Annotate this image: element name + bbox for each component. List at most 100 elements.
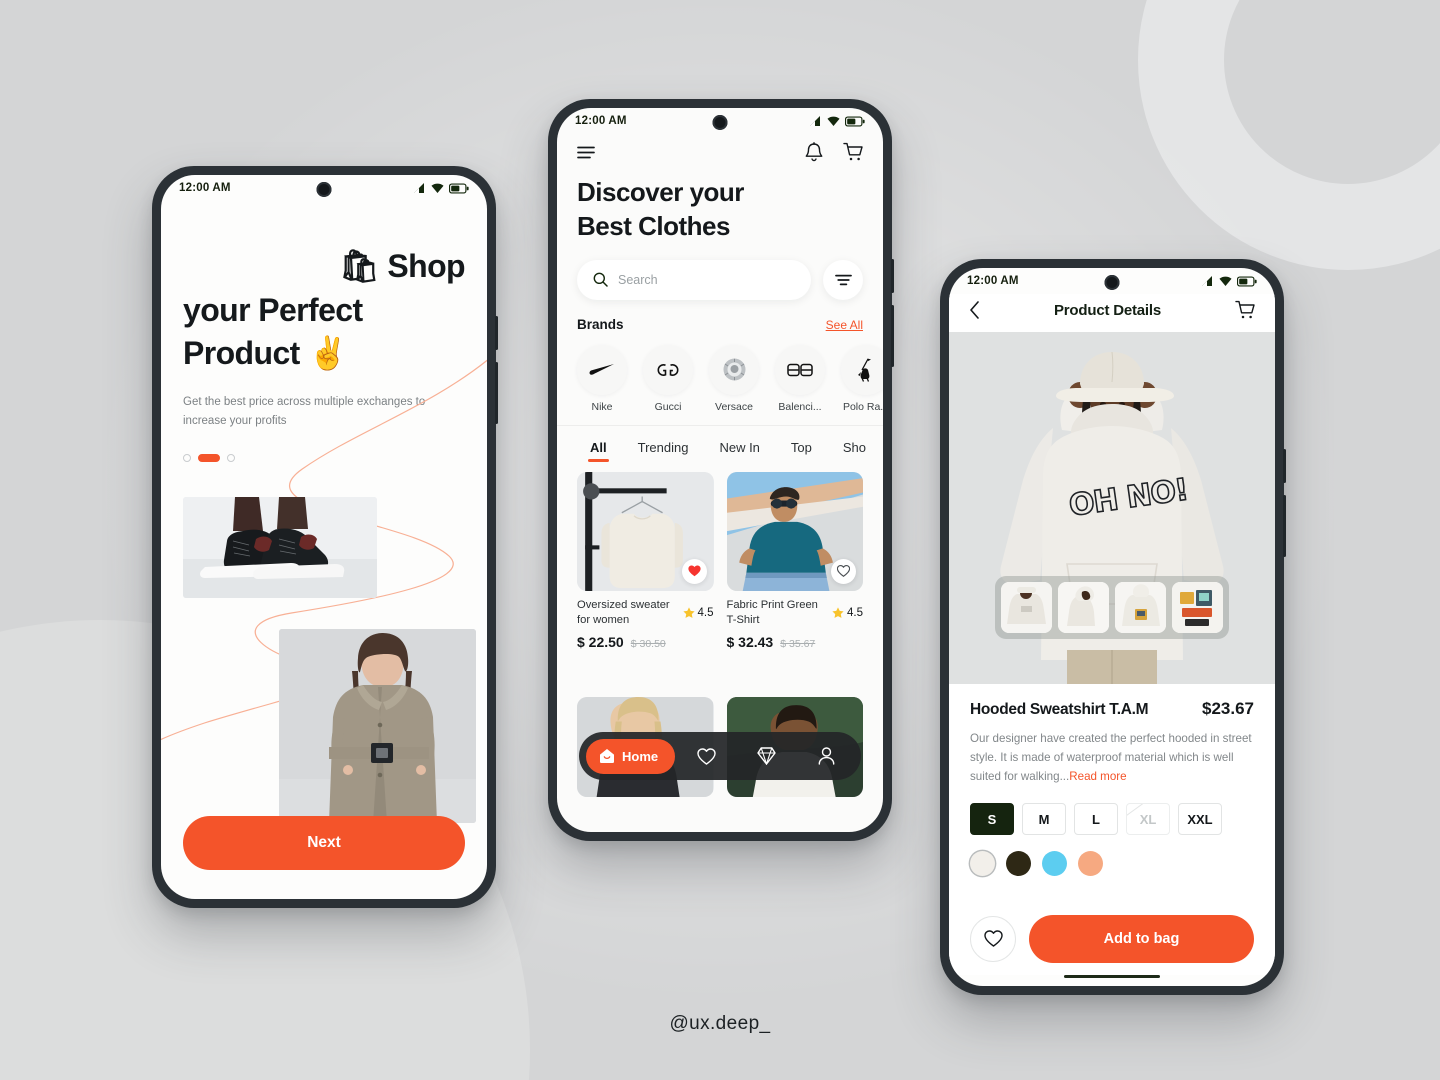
thumbnail-2[interactable] xyxy=(1058,582,1109,633)
color-swatch-dark-olive[interactable] xyxy=(1006,851,1031,877)
title-line-2: Best Clothes xyxy=(577,210,730,241)
brands-header: Brands See All xyxy=(557,300,883,332)
carousel-dots[interactable] xyxy=(183,454,465,463)
color-swatch-peach[interactable] xyxy=(1078,851,1103,877)
size-option-xxl[interactable]: XXL xyxy=(1178,803,1222,836)
phone1-side-button-bottom[interactable] xyxy=(495,362,498,424)
product-hero-image: OH NO! xyxy=(949,332,1275,684)
brand-item-polo-ralph-lauren[interactable]: Polo Ra... xyxy=(841,344,883,413)
versace-medusa-logo-icon xyxy=(709,344,759,395)
phone1-screen: 12:00 AM 🛍 Shop your Perfect Product ✌️ … xyxy=(161,175,487,899)
heading-line-1: 🛍 Shop xyxy=(339,248,466,284)
see-all-link[interactable]: See All xyxy=(826,318,863,332)
rating-value: 4.5 xyxy=(847,606,863,619)
tab-trending[interactable]: Trending xyxy=(625,434,702,462)
balenciaga-bb-logo-icon xyxy=(775,344,825,395)
nav-item-wishlist[interactable] xyxy=(679,747,735,765)
category-tabs: All Trending New In Top Sho xyxy=(557,424,883,462)
product-price: $ 32.43 xyxy=(726,633,774,650)
tab-new-in[interactable]: New In xyxy=(706,434,772,462)
next-button[interactable]: Next xyxy=(183,816,465,870)
status-time: 12:00 AM xyxy=(967,275,1019,287)
nav-item-premium[interactable] xyxy=(739,747,795,765)
size-option-m[interactable]: M xyxy=(1022,803,1066,836)
battery-icon xyxy=(845,115,865,127)
product-price-row: $ 32.43 $ 35.67 xyxy=(727,634,864,650)
phone2-side-button-bottom[interactable] xyxy=(891,305,894,367)
tab-top[interactable]: Top xyxy=(778,434,825,462)
nav-item-home[interactable]: Home xyxy=(586,738,676,774)
brand-name: Balenci... xyxy=(778,400,822,413)
color-swatch-sky-blue[interactable] xyxy=(1042,851,1067,877)
onboarding-model-image xyxy=(279,629,476,823)
phone2-screen: 12:00 AM Discover your Best Clothes Sear… xyxy=(557,108,883,832)
thumbnail-1[interactable] xyxy=(1001,582,1052,633)
product-price: $23.67 xyxy=(1202,699,1254,718)
battery-icon xyxy=(449,182,469,194)
wifi-icon xyxy=(827,116,840,126)
cart-icon[interactable] xyxy=(843,142,863,162)
brand-name: Versace xyxy=(715,400,753,413)
read-more-link[interactable]: Read more xyxy=(1069,770,1126,783)
watermark-credit: @ux.deep_ xyxy=(669,1013,771,1034)
size-option-s[interactable]: S xyxy=(970,803,1014,836)
page-title: Product Details xyxy=(1053,301,1162,319)
polo-ralph-lauren-logo-icon xyxy=(841,344,883,395)
cart-icon[interactable] xyxy=(1235,300,1255,320)
phone-onboarding: 12:00 AM 🛍 Shop your Perfect Product ✌️ … xyxy=(152,166,498,908)
thumbnail-3[interactable] xyxy=(1115,582,1166,633)
brand-item-balenciaga[interactable]: Balenci... xyxy=(775,344,825,413)
filter-icon xyxy=(834,274,852,285)
phone2-side-button-top[interactable] xyxy=(891,259,894,293)
thumbnail-4[interactable] xyxy=(1172,582,1223,633)
product-card[interactable]: Oversized sweater for women 4.5 $ 22.50 … xyxy=(577,471,714,685)
add-to-bag-button[interactable]: Add to bag xyxy=(1029,914,1254,963)
tab-shop[interactable]: Sho xyxy=(830,434,879,462)
brand-item-gucci[interactable]: Gucci xyxy=(643,344,693,413)
heart-icon xyxy=(697,747,717,765)
tab-all[interactable]: All xyxy=(577,434,620,462)
home-page-title: Discover your Best Clothes xyxy=(557,166,883,244)
product-name: Fabric Print Green T-Shirt xyxy=(726,598,818,626)
brands-label: Brands xyxy=(577,316,624,332)
details-action-bar: Add to bag xyxy=(949,896,1275,975)
heading-line-2: your Perfect xyxy=(183,291,363,328)
wishlist-button[interactable] xyxy=(970,915,1016,962)
brand-item-nike[interactable]: Nike xyxy=(577,344,627,413)
phone3-side-button-top[interactable] xyxy=(1283,449,1286,483)
favorite-button[interactable] xyxy=(681,558,707,584)
brands-list: Nike Gucci Versace Balenci... Polo Ra. xyxy=(557,332,883,425)
nav-item-profile[interactable] xyxy=(798,747,854,765)
brand-name: Polo Ra... xyxy=(842,400,883,413)
status-icons xyxy=(809,115,865,127)
product-name: Hooded Sweatshirt T.A.M xyxy=(970,701,1149,718)
search-placeholder: Search xyxy=(618,272,658,287)
bell-icon[interactable] xyxy=(805,142,823,162)
color-swatch-cream[interactable] xyxy=(970,851,995,877)
star-icon xyxy=(682,606,695,618)
carousel-dot-2[interactable] xyxy=(198,454,220,463)
carousel-dot-3[interactable] xyxy=(227,454,235,463)
thumbnail-strip xyxy=(995,576,1229,639)
chevron-left-icon[interactable] xyxy=(969,301,980,319)
status-time: 12:00 AM xyxy=(575,115,627,127)
signal-icon xyxy=(414,182,424,193)
gucci-double-g-logo-icon xyxy=(643,344,693,395)
brand-item-versace[interactable]: Versace xyxy=(709,344,759,413)
phone3-side-button-bottom[interactable] xyxy=(1283,495,1286,557)
profile-icon xyxy=(818,747,835,765)
favorite-button[interactable] xyxy=(831,558,856,584)
phone-home: 12:00 AM Discover your Best Clothes Sear… xyxy=(548,99,894,841)
product-card[interactable]: Fabric Print Green T-Shirt 4.5 $ 32.43 $… xyxy=(726,471,864,685)
phone1-side-button-top[interactable] xyxy=(495,316,498,350)
hamburger-menu-icon[interactable] xyxy=(577,146,595,159)
search-input[interactable]: Search xyxy=(577,259,811,300)
onboarding-sneakers-image xyxy=(183,497,377,598)
product-rating: 4.5 xyxy=(832,598,863,628)
carousel-dot-1[interactable] xyxy=(183,454,191,463)
front-camera xyxy=(712,115,728,130)
search-icon xyxy=(593,272,608,287)
filter-button[interactable] xyxy=(823,259,863,300)
size-option-l[interactable]: L xyxy=(1074,803,1118,836)
product-title-row: Fabric Print Green T-Shirt 4.5 xyxy=(727,598,864,628)
